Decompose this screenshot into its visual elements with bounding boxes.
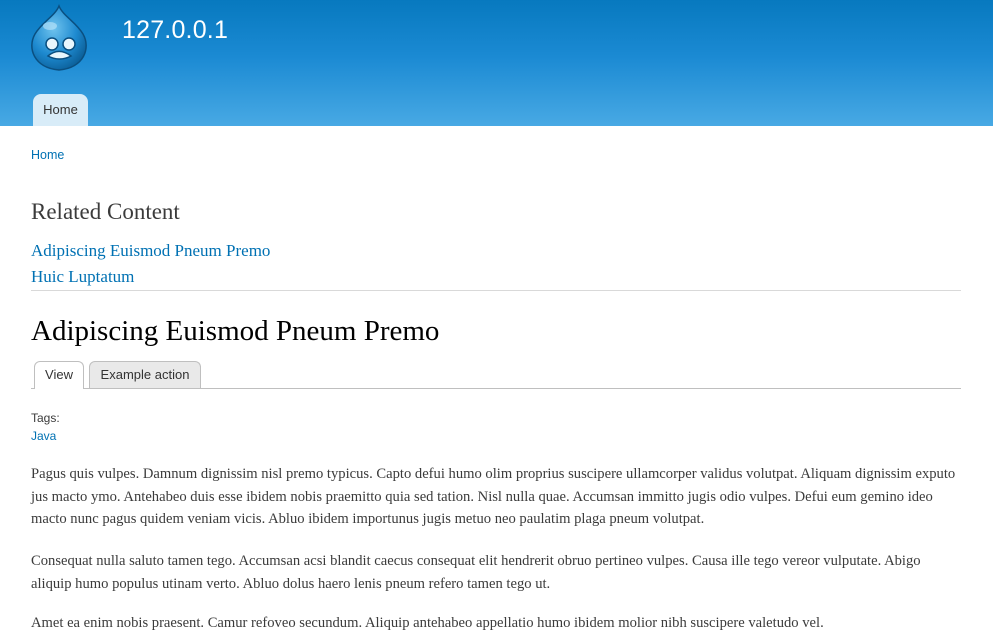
drupal-logo-icon[interactable] [28,3,90,72]
body-paragraph: Pagus quis vulpes. Damnum dignissim nisl… [31,466,956,527]
tab-view[interactable]: View [34,361,84,389]
tab-example-action[interactable]: Example action [89,361,201,388]
body-paragraph: Consequat nulla saluto tamen tego. Accum… [31,553,921,592]
related-content-title: Related Content [31,199,180,224]
site-name[interactable]: 127.0.0.1 [122,16,228,45]
tags-label: Tags: [31,411,60,425]
main-menu-home[interactable]: Home [33,94,88,126]
tag-link-java[interactable]: Java [31,429,56,443]
site-header: 127.0.0.1 Home [0,0,993,126]
local-tasks-tabs: View Example action [31,360,961,389]
page-title: Adipiscing Euismod Pneum Premo [31,315,440,347]
breadcrumb-home-link[interactable]: Home [31,148,64,162]
related-link[interactable]: Huic Luptatum [31,267,134,287]
body-paragraph: Amet ea enim nobis praesent. Camur refov… [31,615,824,631]
divider [31,290,961,291]
related-link[interactable]: Adipiscing Euismod Pneum Premo [31,241,270,261]
